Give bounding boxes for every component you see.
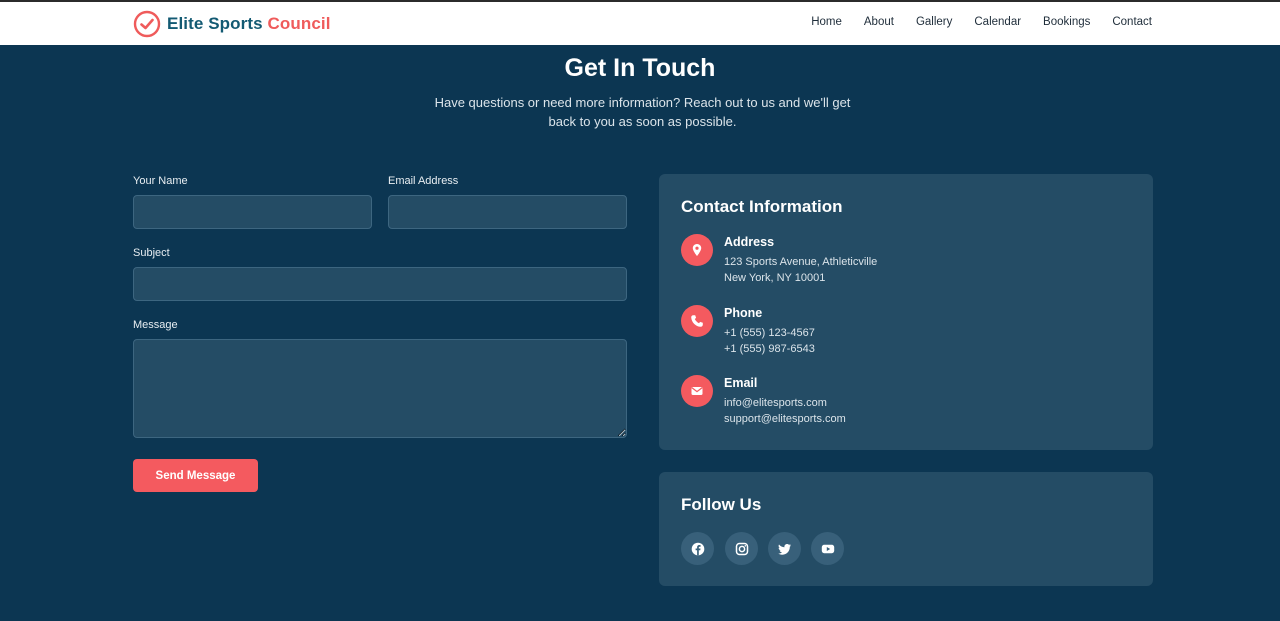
envelope-icon [681, 375, 713, 407]
email-input[interactable] [388, 195, 627, 229]
nav-calendar[interactable]: Calendar [974, 16, 1021, 28]
youtube-link[interactable] [811, 532, 844, 565]
instagram-icon [735, 542, 748, 555]
nav-contact[interactable]: Contact [1112, 16, 1152, 28]
nav-home[interactable]: Home [811, 16, 842, 28]
nav-gallery[interactable]: Gallery [916, 16, 952, 28]
map-pin-icon [681, 234, 713, 266]
email-heading: Email [724, 376, 758, 390]
page-title: Get In Touch [564, 54, 716, 82]
email-item: Email info@elitesports.com support@elite… [681, 375, 981, 431]
page-subtitle-line2: back to you as soon as possible. [548, 114, 737, 129]
email-label: Email Address [388, 175, 459, 187]
twitter-icon [777, 543, 791, 555]
brand-name: Elite Sports Council [167, 14, 331, 34]
nav-bookings[interactable]: Bookings [1043, 16, 1090, 28]
brand-name-part1: Elite Sports [167, 14, 263, 33]
name-label: Your Name [133, 175, 188, 187]
address-item: Address 123 Sports Avenue, Athleticville… [681, 234, 981, 290]
phone-line-1[interactable]: +1 (555) 123-4567 [724, 327, 815, 339]
address-heading: Address [724, 235, 775, 249]
message-textarea[interactable] [133, 339, 627, 438]
phone-icon [681, 305, 713, 337]
phone-item: Phone +1 (555) 123-4567 +1 (555) 987-654… [681, 305, 981, 361]
check-circle-icon [133, 10, 161, 38]
address-line-1: 123 Sports Avenue, Athleticville [724, 256, 878, 268]
phone-heading: Phone [724, 306, 763, 320]
phone-line-2[interactable]: +1 (555) 987-6543 [724, 343, 815, 355]
message-label: Message [133, 319, 178, 331]
twitter-link[interactable] [768, 532, 801, 565]
nav-about[interactable]: About [864, 16, 894, 28]
brand-name-part2: Council [267, 14, 331, 33]
subject-input[interactable] [133, 267, 627, 301]
facebook-link[interactable] [681, 532, 714, 565]
follow-us-title: Follow Us [681, 495, 762, 514]
main-nav: Home About Gallery Calendar Bookings Con… [811, 16, 1152, 28]
page-subtitle: Have questions or need more information?… [420, 93, 865, 131]
youtube-icon [821, 544, 834, 553]
page-subtitle-line1: Have questions or need more information?… [434, 95, 851, 110]
facebook-icon [691, 542, 704, 555]
subject-label: Subject [133, 247, 170, 259]
contact-info-title: Contact Information [681, 197, 843, 216]
contact-info-card: Contact Information Address 123 Sports A… [659, 174, 1153, 450]
name-input[interactable] [133, 195, 372, 229]
email-line-1[interactable]: info@elitesports.com [724, 397, 827, 409]
send-message-button[interactable]: Send Message [133, 459, 258, 492]
brand-logo-link[interactable]: Elite Sports Council [133, 10, 331, 38]
address-line-2: New York, NY 10001 [724, 272, 826, 284]
instagram-link[interactable] [725, 532, 758, 565]
email-line-2[interactable]: support@elitesports.com [724, 413, 846, 425]
top-navbar: Elite Sports Council Home About Gallery … [0, 0, 1280, 45]
follow-us-card: Follow Us [659, 472, 1153, 586]
